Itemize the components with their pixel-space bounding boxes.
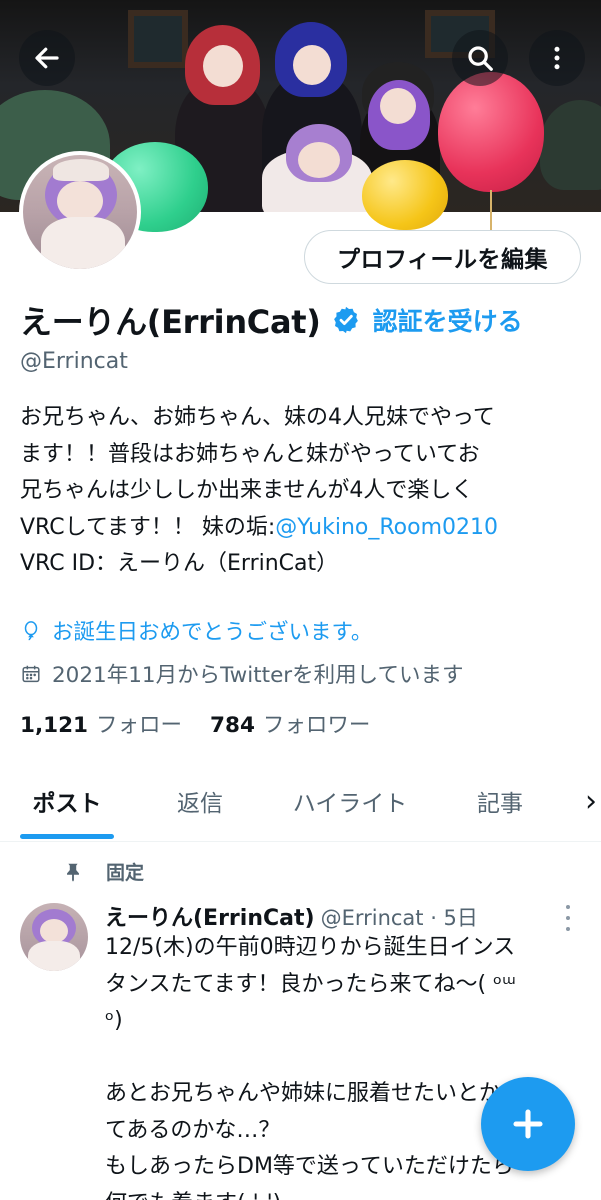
compose-post-button[interactable] [481,1077,575,1171]
tab-articles[interactable]: 記事 [456,760,544,842]
balloon-string-decoration [490,190,492,230]
more-options-button[interactable] [529,30,585,86]
tab-scroll-right[interactable]: › [576,760,601,842]
balloon-yellow-decoration [362,160,448,230]
bio-line: 兄ちゃんは少ししか出来ませんが4人で楽しく [20,478,474,503]
birthday-text: お誕生日おめでとうございます。 [52,620,373,645]
pinned-indicator: 固定 [62,858,144,885]
post-more-button[interactable] [558,905,578,931]
bio-line: VRC ID：えーりん（ErrinCat） [20,551,339,576]
pin-icon [67,863,79,882]
post-header: えーりん(ErrinCat) @Errincat · 5日 [105,900,478,932]
active-tab-indicator [20,834,114,839]
calendar-icon [22,665,40,682]
following-count: 1,121 [20,713,89,738]
display-name: えーりん(ErrinCat) [20,303,321,341]
name-row: えーりん(ErrinCat) 認証を受ける [20,296,523,344]
avatar-image [23,155,137,269]
profile-tabs: ポスト 返信 ハイライト 記事 › [0,760,601,842]
search-icon [468,46,493,71]
bio-line: ます！！普段はお姉ちゃんと妹がやっていてお [20,441,480,467]
arrow-left-icon [35,47,59,69]
tab-posts[interactable]: ポスト [14,760,120,842]
balloon-red-decoration [438,72,544,192]
edit-profile-button[interactable]: プロフィールを編集 [304,230,581,284]
back-button[interactable] [19,30,75,86]
joined-text: 2021年11月からTwitterを利用しています [52,663,464,688]
followers-label: フォロワー [262,713,371,738]
tab-highlights[interactable]: ハイライト [276,760,424,842]
followers-link[interactable]: 784 フォロワー [210,708,370,739]
profile-avatar[interactable] [19,151,141,273]
joined-row: 2021年11月からTwitterを利用しています [20,658,464,689]
followers-count: 784 [210,713,255,738]
sister-account-link[interactable]: @Yukino_Room0210 [275,515,498,540]
more-dot-icon [566,916,570,920]
more-dot-icon [566,905,570,909]
balloon-icon [24,620,38,640]
follow-stats: 1,121 フォロー 784 フォロワー [20,708,370,739]
following-link[interactable]: 1,121 フォロー [20,708,182,739]
post-author-name[interactable]: えーりん(ErrinCat) [105,900,315,932]
tab-replies[interactable]: 返信 [152,760,248,842]
pinned-label: 固定 [106,862,145,884]
verified-badge-icon[interactable] [331,305,361,335]
following-label: フォロー [96,713,183,738]
more-vertical-icon [554,46,560,70]
post-author-avatar[interactable] [20,903,88,971]
birthday-row[interactable]: お誕生日おめでとうございます。 [20,615,372,646]
get-verified-link[interactable]: 認証を受ける [373,302,523,338]
bio-text: VRCしてます！！ 妹の垢: [20,514,276,540]
bio-line: お兄ちゃん、お姉ちゃん、妹の4人兄妹でやって [20,405,495,430]
post-author-handle-time[interactable]: @Errincat · 5日 [321,902,478,932]
bio-line: VRCしてます！！ 妹の垢:@Yukino_Room0210 [20,510,590,547]
profile-handle: @Errincat [20,349,128,374]
search-button[interactable] [452,30,508,86]
plus-icon [513,1109,543,1139]
profile-bio: お兄ちゃん、お姉ちゃん、妹の4人兄妹でやって ます！！普段はお姉ちゃんと妹がやっ… [20,400,590,583]
